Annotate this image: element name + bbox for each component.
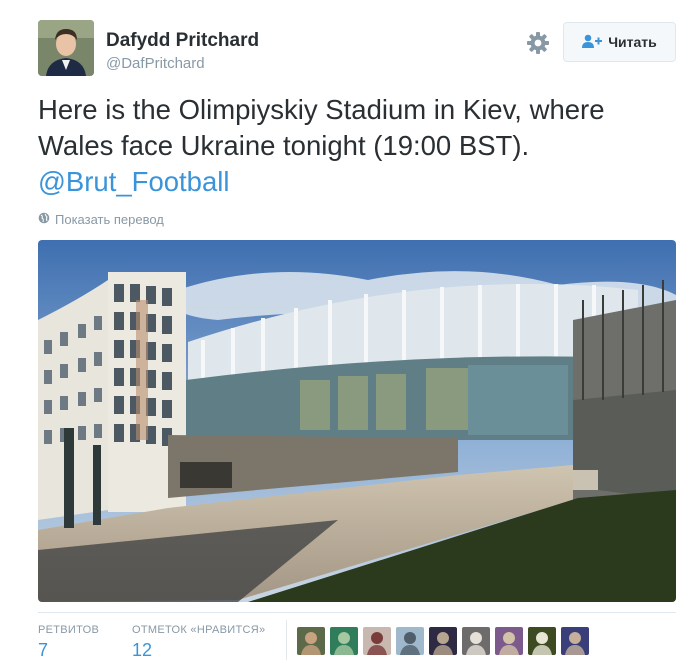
likes-count[interactable]: 12 (132, 640, 152, 661)
liker-avatar[interactable] (330, 627, 358, 655)
liker-avatar[interactable] (363, 627, 391, 655)
follow-button-label: Читать (608, 34, 657, 50)
tweet-text: Here is the Olimpiyskiy Stadium in Kiev,… (38, 92, 678, 200)
liker-avatar[interactable] (561, 627, 589, 655)
follow-button[interactable]: Читать (563, 22, 676, 62)
tweet-body: Here is the Olimpiyskiy Stadium in Kiev,… (38, 94, 605, 161)
stadium-image (38, 240, 676, 602)
tweet-photo[interactable] (38, 240, 676, 602)
likes-label: ОТМЕТОК «НРАВИТСЯ» (132, 624, 266, 636)
liker-avatar[interactable] (429, 627, 457, 655)
translate-label: Показать перевод (55, 212, 164, 227)
globe-icon (38, 212, 50, 227)
display-name[interactable]: Dafydd Pritchard (106, 30, 259, 52)
user-handle[interactable]: @DafPritchard (106, 55, 205, 72)
add-user-icon (582, 34, 603, 51)
liker-avatars (297, 627, 589, 655)
liker-avatar[interactable] (297, 627, 325, 655)
divider (38, 612, 676, 613)
retweets-label: РЕТВИТОВ (38, 624, 100, 636)
avatar-image (38, 20, 94, 76)
gear-icon[interactable] (525, 30, 551, 56)
stats-separator (286, 620, 287, 660)
liker-avatar[interactable] (462, 627, 490, 655)
liker-avatar[interactable] (396, 627, 424, 655)
mention-link[interactable]: @Brut_Football (38, 166, 229, 197)
retweets-count[interactable]: 7 (38, 640, 48, 661)
liker-avatar[interactable] (528, 627, 556, 655)
liker-avatar[interactable] (495, 627, 523, 655)
translate-link[interactable]: Показать перевод (38, 212, 164, 227)
avatar[interactable] (38, 20, 94, 76)
